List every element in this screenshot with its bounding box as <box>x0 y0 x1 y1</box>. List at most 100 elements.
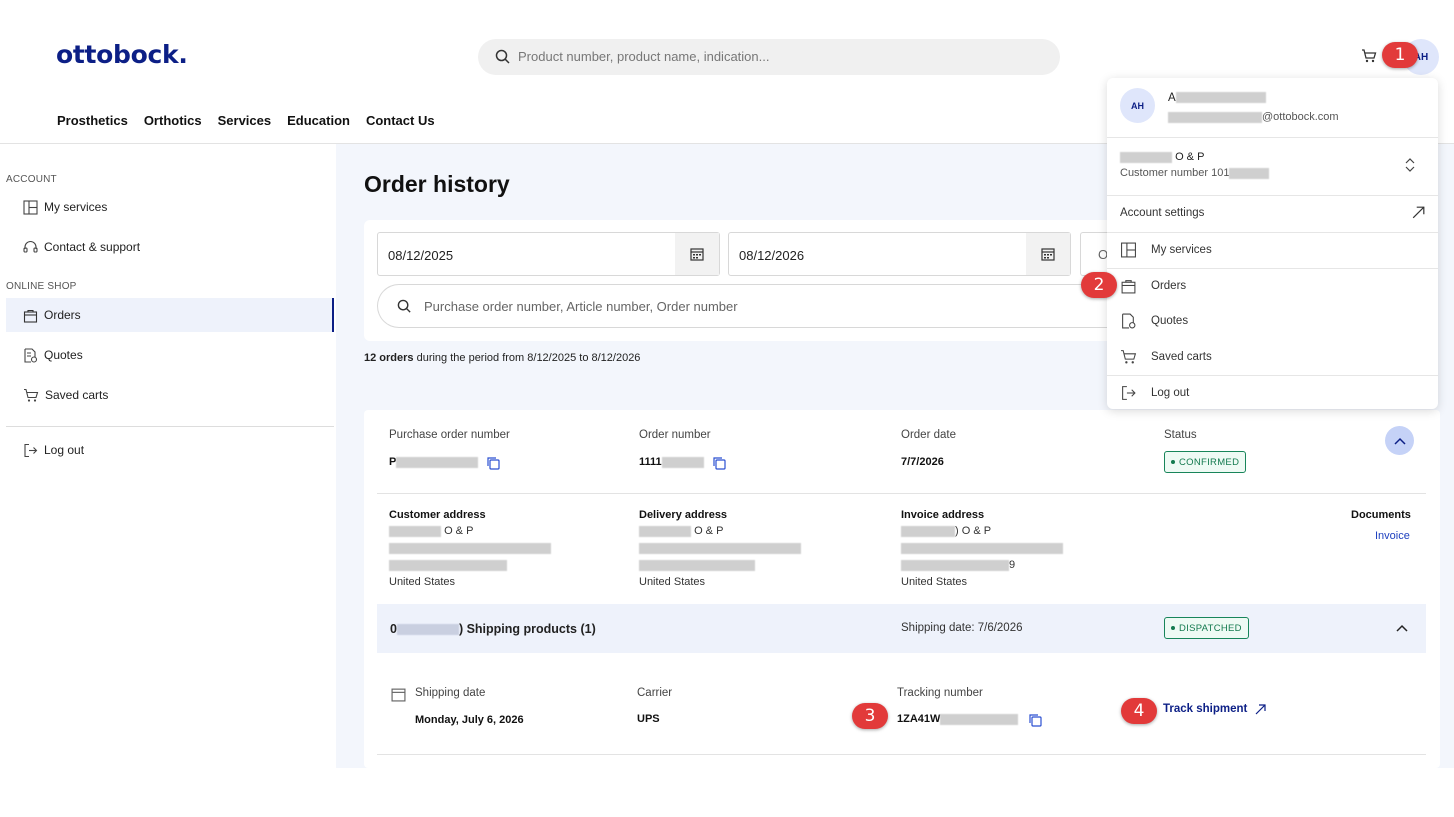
sidebar-divider <box>6 426 334 427</box>
dropdown-item-quotes[interactable]: Quotes <box>1120 313 1188 329</box>
po-label: Purchase order number <box>389 429 510 441</box>
account-settings-item[interactable]: Account settings <box>1120 206 1425 219</box>
sidebar-item-quotes[interactable]: Quotes <box>6 338 334 372</box>
order-search-placeholder: Purchase order number, Article number, O… <box>424 299 738 314</box>
date-from-value: 08/12/2025 <box>388 248 454 263</box>
log-out-icon <box>24 443 38 457</box>
ottobock-logo[interactable]: ottobock. <box>56 40 188 69</box>
external-link-icon <box>1255 703 1266 714</box>
chevron-updown-icon[interactable] <box>1405 158 1415 172</box>
dropdown-item-orders[interactable]: Orders <box>1120 278 1186 294</box>
sidebar-item-contact-support[interactable]: Contact & support <box>6 230 334 264</box>
delivery-address-line3 <box>639 559 755 571</box>
customer-number: Customer number 101 <box>1120 167 1270 179</box>
saved-cart-icon <box>1121 350 1137 364</box>
invoice-address-line1: ) O & P <box>901 525 991 537</box>
quote-document-icon <box>24 347 38 363</box>
order-search-input[interactable]: Purchase order number, Article number, O… <box>377 284 1144 328</box>
sidebar-item-my-services[interactable]: My services <box>6 190 334 224</box>
date-from-field[interactable]: 08/12/2025 <box>377 232 720 276</box>
dropdown-avatar: AH <box>1120 88 1155 123</box>
product-search-input[interactable]: Product number, product name, indication… <box>478 39 1060 75</box>
page-bottom-margin <box>0 768 1454 817</box>
order-filter-card: 08/12/2025 08/12/2026 O Purchase order n… <box>364 220 1144 341</box>
date-to-field[interactable]: 08/12/2026 <box>728 232 1071 276</box>
order-number-label: Order number <box>639 429 711 441</box>
account-sidebar: ACCOUNT My services Contact & support ON… <box>0 144 336 768</box>
sidebar-item-label: Log out <box>44 443 85 457</box>
account-settings-label: Account settings <box>1120 206 1205 219</box>
sidebar-item-label: Saved carts <box>45 388 109 402</box>
sidebar-item-orders[interactable]: Orders <box>6 298 334 332</box>
customer-address-line1: O & P <box>389 525 473 537</box>
customer-address-country: United States <box>389 576 456 588</box>
user-menu-dropdown: AH A @ottobock.com O & P Customer number… <box>1107 78 1438 409</box>
track-shipment-link[interactable]: Track shipment <box>1163 703 1266 715</box>
shopping-bag-icon <box>1121 280 1136 294</box>
callout-marker-1: 1 <box>1382 42 1418 68</box>
user-email: @ottobock.com <box>1168 111 1339 123</box>
grid-icon <box>23 199 38 215</box>
customer-address-line3 <box>389 559 507 571</box>
dropdown-item-saved-carts[interactable]: Saved carts <box>1120 349 1212 365</box>
main-nav: Prosthetics Orthotics Services Education… <box>57 113 435 128</box>
tracking-number-value: 1ZA41W <box>897 713 1019 725</box>
dropdown-item-my-services[interactable]: My services <box>1120 242 1212 258</box>
dropdown-divider <box>1107 268 1438 269</box>
order-date-label: Order date <box>901 429 956 441</box>
sidebar-item-saved-carts[interactable]: Saved carts <box>6 378 334 412</box>
cart-icon[interactable] <box>1361 48 1377 69</box>
dropdown-item-label: Orders <box>1151 280 1187 292</box>
search-icon <box>495 49 510 64</box>
dispatched-badge: DISPATCHED <box>1164 617 1249 639</box>
invoice-address-label: Invoice address <box>901 509 985 521</box>
invoice-link[interactable]: Invoice <box>1375 530 1410 542</box>
dropdown-item-label: Quotes <box>1151 315 1189 327</box>
chevron-up-icon[interactable] <box>1396 624 1408 632</box>
tracking-number-label: Tracking number <box>897 687 983 699</box>
nav-contact-us[interactable]: Contact Us <box>366 113 435 128</box>
carrier-label: Carrier <box>637 687 673 699</box>
invoice-address-line3: 9 <box>901 559 1015 571</box>
copy-icon[interactable] <box>1028 713 1042 727</box>
delivery-address-line2 <box>639 542 801 554</box>
saved-cart-icon <box>24 388 39 402</box>
callout-marker-3: 3 <box>852 703 888 729</box>
shipment-divider <box>377 754 1426 755</box>
callout-marker-2: 2 <box>1081 272 1117 298</box>
documents-label: Documents <box>1351 509 1411 521</box>
delivery-address-country: United States <box>639 576 706 588</box>
dropdown-item-label: My services <box>1151 244 1212 256</box>
calendar-icon[interactable] <box>1026 233 1070 275</box>
search-placeholder: Product number, product name, indication… <box>518 49 770 64</box>
order-summary: 12 orders during the period from 8/12/20… <box>364 352 640 364</box>
delivery-address-line1: O & P <box>639 525 723 537</box>
shipment-title: 0) Shipping products (1) <box>390 622 596 636</box>
dropdown-item-label: Log out <box>1151 387 1190 399</box>
nav-orthotics[interactable]: Orthotics <box>144 113 202 128</box>
company-name: O & P <box>1120 151 1204 163</box>
nav-education[interactable]: Education <box>287 113 350 128</box>
user-name: A <box>1168 92 1266 104</box>
collapse-order-button[interactable] <box>1385 426 1414 455</box>
nav-prosthetics[interactable]: Prosthetics <box>57 113 128 128</box>
customer-address-line2 <box>389 542 551 554</box>
calendar-icon[interactable] <box>675 233 719 275</box>
dropdown-item-log-out[interactable]: Log out <box>1120 385 1189 401</box>
sidebar-item-label: My services <box>44 200 108 214</box>
account-section-label: ACCOUNT <box>6 174 57 185</box>
calendar-icon <box>391 688 406 702</box>
dropdown-divider <box>1107 195 1438 196</box>
invoice-address-country: United States <box>901 576 968 588</box>
copy-icon[interactable] <box>486 456 500 470</box>
nav-services[interactable]: Services <box>218 113 272 128</box>
sidebar-item-log-out[interactable]: Log out <box>6 433 334 467</box>
order-card: Purchase order number P Order number 111… <box>364 410 1440 768</box>
shipment-header[interactable]: 0) Shipping products (1) Shipping date: … <box>377 604 1426 653</box>
sidebar-item-label: Orders <box>44 308 81 322</box>
copy-icon[interactable] <box>712 456 726 470</box>
dropdown-item-label: Saved carts <box>1151 351 1212 363</box>
external-link-icon <box>1412 206 1425 219</box>
invoice-address-line2 <box>901 542 1063 554</box>
log-out-icon <box>1122 386 1136 400</box>
